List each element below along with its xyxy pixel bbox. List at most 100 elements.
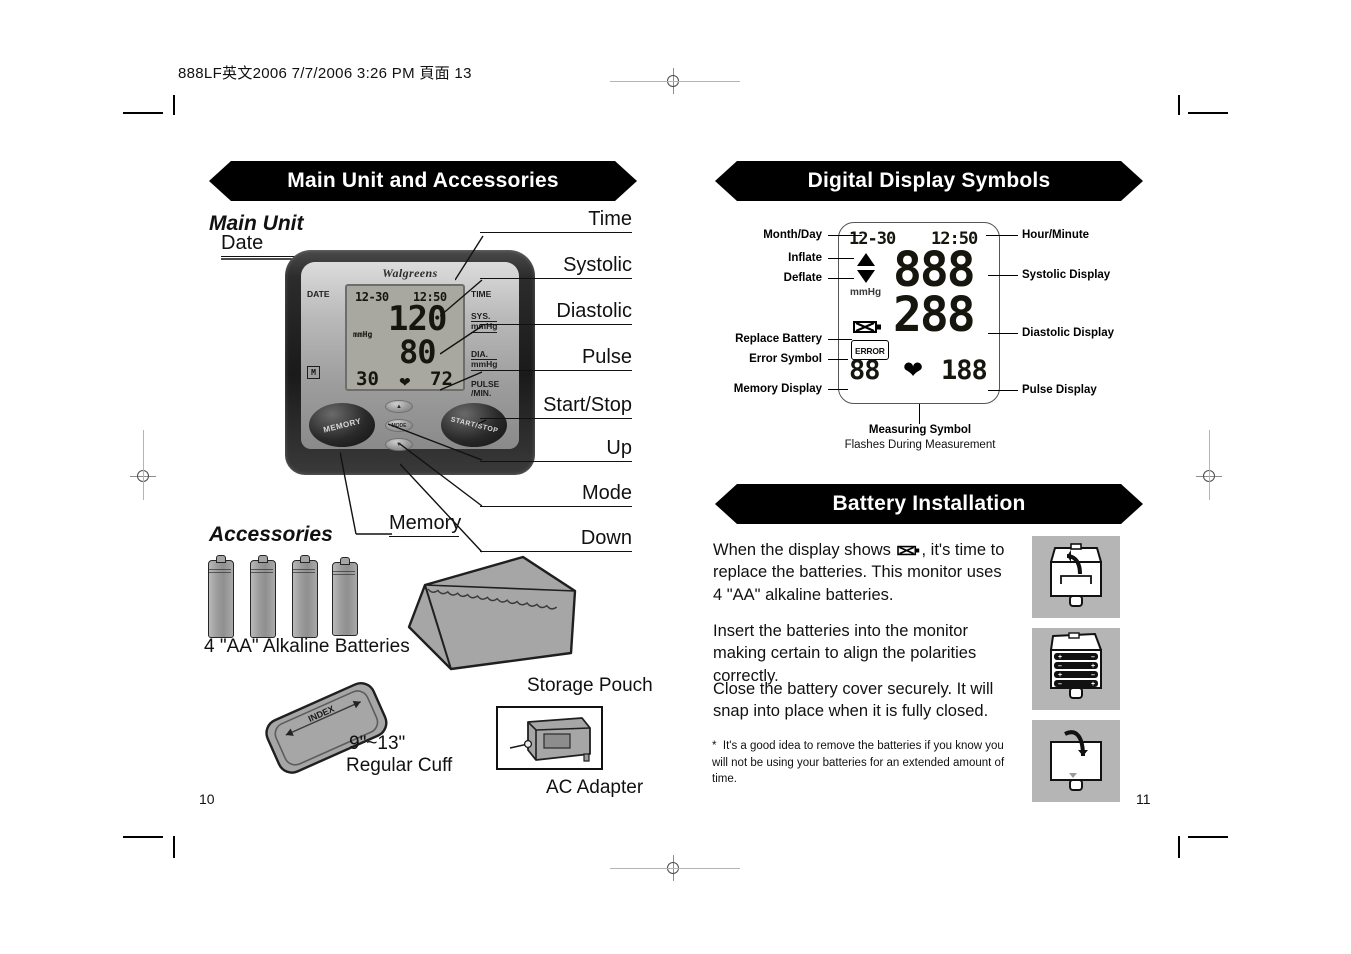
page-number-left: 10 xyxy=(199,791,215,807)
close-cover-icon xyxy=(1050,730,1102,791)
battery-ring xyxy=(209,569,231,573)
leader-down xyxy=(400,463,483,553)
battery-illustration-close-cover xyxy=(1032,720,1120,802)
polarity-plus: + xyxy=(1091,681,1095,688)
banner-digital-display-symbols: Digital Display Symbols xyxy=(715,161,1143,201)
symbols-lcd-date: 12-30 xyxy=(849,229,896,249)
replace-battery-icon xyxy=(853,321,881,333)
battery-body xyxy=(292,560,318,638)
battery-2 xyxy=(250,555,276,638)
banner-battery-installation: Battery Installation xyxy=(715,484,1143,524)
document-header: 888LF英文2006 7/7/2006 3:26 PM 頁面 13 xyxy=(178,65,472,82)
label-measuring-symbol-sub: Flashes During Measurement xyxy=(844,439,996,451)
banner-label: Digital Display Symbols xyxy=(807,169,1051,192)
symbols-lcd-memory: 88 xyxy=(849,355,881,386)
symbols-lcd-pulse: 188 xyxy=(941,355,988,386)
battery-illustration-insert-batteries: + – – + + – – + xyxy=(1032,628,1120,710)
callout-time: Time xyxy=(480,208,632,233)
lcd-heart-icon: ❤ xyxy=(399,374,411,390)
open-cover-icon xyxy=(1050,543,1102,607)
leader-diastolic xyxy=(440,325,483,355)
polarity-plus: + xyxy=(1091,663,1095,670)
label-error-symbol: Error Symbol xyxy=(749,353,822,365)
crop-mark-br-h xyxy=(1188,836,1228,838)
button-memory-label: MEMORY xyxy=(322,415,362,435)
ac-adapter-box xyxy=(496,706,603,770)
label-pulse-display: Pulse Display xyxy=(1022,384,1097,396)
deflate-arrow-icon xyxy=(857,270,875,283)
lcd-diastolic-value: 80 xyxy=(399,333,437,371)
callout-start-stop: Start/Stop xyxy=(480,394,632,419)
label-inflate: Inflate xyxy=(788,252,822,264)
device-label-date: DATE xyxy=(307,289,330,299)
leader-diastolic-display xyxy=(988,333,1018,335)
heading-accessories: Accessories xyxy=(209,523,333,546)
footnote-text: It's a good idea to remove the batteries… xyxy=(712,740,1005,786)
registration-line-right xyxy=(1208,430,1210,500)
leader-memory-display xyxy=(828,389,848,391)
lcd-memory-number: 30 xyxy=(356,368,379,390)
crop-mark-bl-h xyxy=(123,836,163,838)
symbols-lcd-diastolic: 288 xyxy=(893,287,976,343)
button-memory[interactable]: MEMORY xyxy=(309,403,375,447)
leader-deflate xyxy=(828,278,854,280)
banner-label: Battery Installation xyxy=(832,492,1026,515)
battery-cap xyxy=(300,555,310,563)
lcd-date-value: 12-30 xyxy=(355,290,389,304)
battery-4 xyxy=(332,557,358,636)
polarity-minus: – xyxy=(1058,681,1062,688)
label-diastolic-display: Diastolic Display xyxy=(1022,327,1115,339)
lcd-systolic-value: 120 xyxy=(388,299,447,339)
battery-paragraph-3: Close the battery cover securely. It wil… xyxy=(713,680,994,721)
caption-ac-adapter: AC Adapter xyxy=(546,777,644,798)
label-month-day: Month/Day xyxy=(763,229,822,241)
callout-memory: Memory xyxy=(389,512,461,537)
leader-systolic-display xyxy=(988,275,1018,277)
battery-body xyxy=(250,560,276,638)
crop-mark-br-v xyxy=(1178,836,1180,858)
leader-error-symbol xyxy=(828,359,848,361)
leader-pulse xyxy=(440,371,483,391)
leader-pulse-display xyxy=(988,390,1018,392)
battery-footnote: * It's a good idea to remove the batteri… xyxy=(712,738,1022,788)
polarity-minus: – xyxy=(1091,672,1095,679)
polarity-minus: – xyxy=(1091,654,1095,661)
polarity-minus: – xyxy=(1058,663,1062,670)
battery-cap xyxy=(216,555,226,563)
label-measuring-symbol: Measuring Symbol xyxy=(868,424,972,436)
leader-inflate xyxy=(828,258,854,260)
crop-mark-tl-v xyxy=(173,95,175,115)
callout-mode: Mode xyxy=(480,482,632,507)
leader-replace-battery xyxy=(828,339,852,341)
battery-ring xyxy=(251,569,273,573)
caption-storage-pouch: Storage Pouch xyxy=(527,675,653,696)
leader-memory xyxy=(340,451,392,535)
button-up[interactable]: ▲ xyxy=(385,400,413,413)
lcd-mmhg-label: mmHg xyxy=(353,330,373,339)
callout-diastolic: Diastolic xyxy=(480,300,632,325)
leader-hour-minute xyxy=(986,235,1018,237)
leader-month-day xyxy=(828,235,862,237)
label-replace-battery: Replace Battery xyxy=(735,333,822,345)
display-symbols-lcd: 12-30 12:50 mmHg ERROR 888 288 88 ❤ 188 xyxy=(838,222,1000,404)
battery-ring xyxy=(333,571,355,575)
callout-up: Up xyxy=(480,437,632,462)
label-systolic-display: Systolic Display xyxy=(1022,269,1111,281)
battery-3 xyxy=(292,555,318,638)
button-up-label: ▲ xyxy=(396,403,402,410)
crop-mark-tr-v xyxy=(1178,95,1180,115)
callout-pulse: Pulse xyxy=(480,346,632,371)
crop-mark-bl-v xyxy=(173,836,175,858)
battery-illustration-open-cover xyxy=(1032,536,1120,618)
replace-battery-inline-icon xyxy=(896,545,919,556)
battery-cap xyxy=(258,555,268,563)
label-hour-minute: Hour/Minute xyxy=(1022,229,1090,241)
battery-p1-before: When the display shows xyxy=(713,541,896,559)
callout-systolic: Systolic xyxy=(480,254,632,279)
polarity-plus: + xyxy=(1058,672,1062,679)
page-number-right: 11 xyxy=(1136,791,1151,807)
leader-measuring-symbol xyxy=(919,404,921,424)
battery-body xyxy=(208,560,234,638)
footnote-marker: * xyxy=(712,740,717,752)
battery-1 xyxy=(208,555,234,638)
